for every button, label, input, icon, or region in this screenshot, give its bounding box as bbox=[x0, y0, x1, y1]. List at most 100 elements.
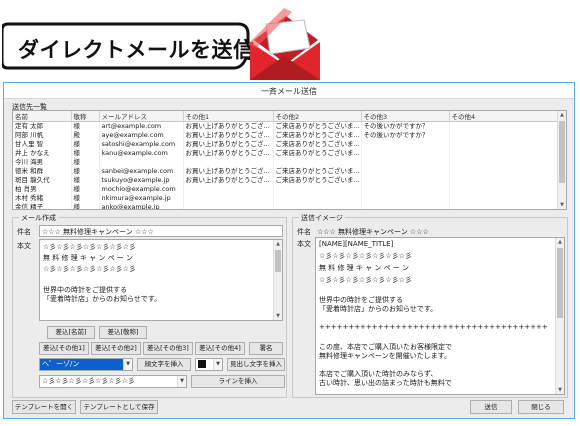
signature-button[interactable]: 署名 bbox=[249, 342, 283, 355]
scroll-down-icon[interactable]: ▼ bbox=[274, 312, 282, 320]
table-row[interactable]: 柏 肖男様 mochio@example.com bbox=[13, 185, 560, 194]
column-header[interactable]: その他4 bbox=[449, 111, 560, 122]
insert-other4-button[interactable]: 差込[その他4] bbox=[195, 342, 245, 355]
scroll-up-icon[interactable]: ▲ bbox=[556, 238, 564, 246]
subject-label: 件名 bbox=[17, 228, 31, 236]
table-cell: 甘人里 智 bbox=[13, 140, 72, 149]
table-cell bbox=[361, 194, 450, 203]
open-template-button[interactable]: テンプレートを開く bbox=[12, 400, 76, 414]
chevron-down-icon[interactable]: ▼ bbox=[213, 359, 222, 370]
insert-other2-button[interactable]: 差込[その他2] bbox=[91, 342, 141, 355]
insert-other1-button[interactable]: 差込[その他1] bbox=[39, 342, 89, 355]
table-cell: nkimura@example.jp bbox=[99, 194, 184, 203]
body-scrollbar[interactable]: ▲ ▼ bbox=[273, 240, 282, 320]
table-row[interactable]: 井上 かなえ様 kanu@example.com お買い上げありがとうござ... ご来… bbox=[13, 149, 560, 158]
column-header[interactable]: メールアドレス bbox=[99, 111, 184, 122]
scroll-up-icon[interactable]: ▲ bbox=[274, 240, 282, 248]
table-cell bbox=[361, 185, 450, 194]
preview-body-label: 本文 bbox=[297, 240, 311, 248]
column-header[interactable]: その他1 bbox=[183, 111, 274, 122]
scroll-down-icon[interactable]: ▼ bbox=[558, 201, 566, 209]
table-cell bbox=[361, 158, 450, 167]
column-header[interactable]: 敬称 bbox=[71, 111, 100, 122]
subject-input[interactable]: ☆☆☆ 無料修理キャンペーン ☆☆☆ bbox=[39, 225, 283, 237]
send-button[interactable]: 送信 bbox=[470, 400, 512, 414]
preview-scrollbar[interactable]: ▲ ▼ bbox=[555, 238, 564, 394]
compose-group: メール作成 件名 ☆☆☆ 無料修理キャンペーン ☆☆☆ 本文 ☆彡☆彡☆彡☆彡☆… bbox=[12, 213, 287, 398]
body-line: 無 料 修 理 キ ャ ン ペ ー ン bbox=[43, 254, 134, 262]
scroll-thumb[interactable] bbox=[557, 248, 563, 318]
table-row[interactable]: 阿部 川帆殿 aye@example.com お買い上げありがとうござ... ご来店あ… bbox=[13, 131, 560, 140]
compose-group-title: メール作成 bbox=[19, 213, 58, 223]
table-cell: 様 bbox=[71, 167, 100, 176]
table-cell: 木村 秀緒 bbox=[13, 194, 72, 203]
table-cell: 殿 bbox=[71, 131, 100, 140]
insert-other3-button[interactable]: 差込[その他3] bbox=[143, 342, 193, 355]
table-cell bbox=[449, 121, 560, 131]
insert-face-char-button[interactable]: 顔文字を挿入 bbox=[137, 358, 191, 371]
column-header[interactable]: その他2 bbox=[273, 111, 362, 122]
scroll-down-icon[interactable]: ▼ bbox=[556, 386, 564, 394]
column-header[interactable]: その他3 bbox=[361, 111, 450, 122]
body-line: ☆彡☆彡☆彡☆彡☆彡☆彡☆彡 bbox=[43, 243, 136, 251]
table-cell: お買い上げありがとうござ... bbox=[183, 176, 274, 185]
table-cell: ご来店ありがとうございま... bbox=[273, 149, 362, 158]
scroll-up-icon[interactable]: ▲ bbox=[558, 111, 566, 119]
table-cell bbox=[449, 203, 560, 209]
banner-title: ダイレクトメールを送信 bbox=[18, 39, 255, 62]
body-textarea[interactable]: ☆彡☆彡☆彡☆彡☆彡☆彡☆彡 無 料 修 理 キ ャ ン ペ ー ン ☆彡☆彡☆… bbox=[39, 239, 283, 321]
table-cell: art@example.com bbox=[99, 121, 184, 131]
body-line: 「愛着時計店」からのお知らせです。 bbox=[43, 295, 162, 303]
close-button[interactable]: 閉じる bbox=[518, 400, 564, 414]
table-row[interactable]: 甘人里 智様 satoshi@example.com お買い上げありがとうござ...… bbox=[13, 140, 560, 149]
scroll-thumb[interactable] bbox=[275, 250, 281, 272]
recipients-scrollbar[interactable]: ▲ ▼ bbox=[557, 111, 566, 209]
table-row[interactable]: 徳米 和群様 sanbei@example.com お買い上げありがとうござ... ご… bbox=[13, 167, 560, 176]
table-row[interactable]: 今川 海男様 bbox=[13, 158, 560, 167]
table-cell: 定有 太郎 bbox=[13, 121, 72, 131]
insert-heading-button[interactable]: 見出し文字を挿入 bbox=[227, 358, 285, 371]
heading-char-select[interactable]: ▼ bbox=[195, 358, 223, 371]
save-template-button[interactable]: テンプレートとして保存 bbox=[80, 400, 158, 414]
table-cell: 様 bbox=[71, 203, 100, 209]
table-cell: その後いかがですか？ bbox=[361, 121, 450, 131]
table-cell: 様 bbox=[71, 176, 100, 185]
table-row[interactable]: 斑目 龍久代様 tsukuyo@example.jp お買い上げありがとうござ...… bbox=[13, 176, 560, 185]
table-cell bbox=[449, 149, 560, 158]
face-char-select-value: ヘ゜ーゾ/ン bbox=[42, 360, 80, 368]
insert-name-button[interactable]: 差込[名前] bbox=[47, 326, 95, 339]
table-cell: ご来店ありがとうございま... bbox=[273, 131, 362, 140]
preview-line: 「愛着時計店」からのお知らせです。 bbox=[319, 305, 438, 313]
table-cell bbox=[99, 158, 184, 167]
table-row[interactable]: 金信 精子様 anko@example.jp bbox=[13, 203, 560, 209]
table-cell: anko@example.jp bbox=[99, 203, 184, 209]
table-cell bbox=[449, 167, 560, 176]
table-row[interactable]: 木村 秀緒様 nkimura@example.jp bbox=[13, 194, 560, 203]
preview-line: 無 料 修 理 キ ャ ン ペ ー ン bbox=[319, 264, 410, 272]
column-header[interactable]: 名前 bbox=[13, 111, 72, 122]
table-cell: お買い上げありがとうござ... bbox=[183, 167, 274, 176]
recipients-table[interactable]: 名前 敬称 メールアドレス その他1 その他2 その他3 その他4 定有 太郎様… bbox=[12, 110, 567, 210]
face-char-select[interactable]: ヘ゜ーゾ/ン ▼ bbox=[39, 358, 133, 371]
line-style-select[interactable]: ☆彡☆彡☆彡☆彡☆彡☆彡☆彡 ▼ bbox=[39, 375, 187, 388]
table-cell bbox=[449, 194, 560, 203]
insert-honorific-button[interactable]: 差込[敬称] bbox=[99, 326, 147, 339]
scroll-thumb[interactable] bbox=[559, 121, 565, 183]
table-row[interactable]: 定有 太郎様 art@example.com お買い上げありがとうござ... ご来店あ… bbox=[13, 121, 560, 131]
mail-send-window: 一斉メール送信 送信先一覧 名前 敬称 メールアドレス その他1 その他2 その… bbox=[3, 82, 575, 419]
preview-subject-label: 件名 bbox=[297, 228, 311, 236]
preview-subject: ☆☆☆ 無料修理キャンペーン ☆☆☆ bbox=[317, 228, 429, 236]
body-line: ☆彡☆彡☆彡☆彡☆彡☆彡☆彡 bbox=[43, 265, 136, 273]
table-cell bbox=[183, 158, 274, 167]
preview-body: [NAME][NAME_TITLE] ☆彡☆彡☆彡☆彡☆彡☆彡☆彡 無 料 修 … bbox=[315, 237, 565, 395]
table-cell: 斑目 龍久代 bbox=[13, 176, 72, 185]
chevron-down-icon[interactable]: ▼ bbox=[177, 376, 186, 387]
preview-line: +++++++++++++++++++++++++++++++++++++++ bbox=[319, 323, 548, 331]
chevron-down-icon[interactable]: ▼ bbox=[123, 359, 132, 370]
table-cell: 今川 海男 bbox=[13, 158, 72, 167]
insert-line-button[interactable]: ラインを挿入 bbox=[191, 375, 285, 388]
preview-line: ☆彡☆彡☆彡☆彡☆彡☆彡☆彡 bbox=[319, 252, 412, 260]
table-cell bbox=[273, 194, 362, 203]
body-label: 本文 bbox=[17, 242, 31, 250]
table-cell: 様 bbox=[71, 158, 100, 167]
